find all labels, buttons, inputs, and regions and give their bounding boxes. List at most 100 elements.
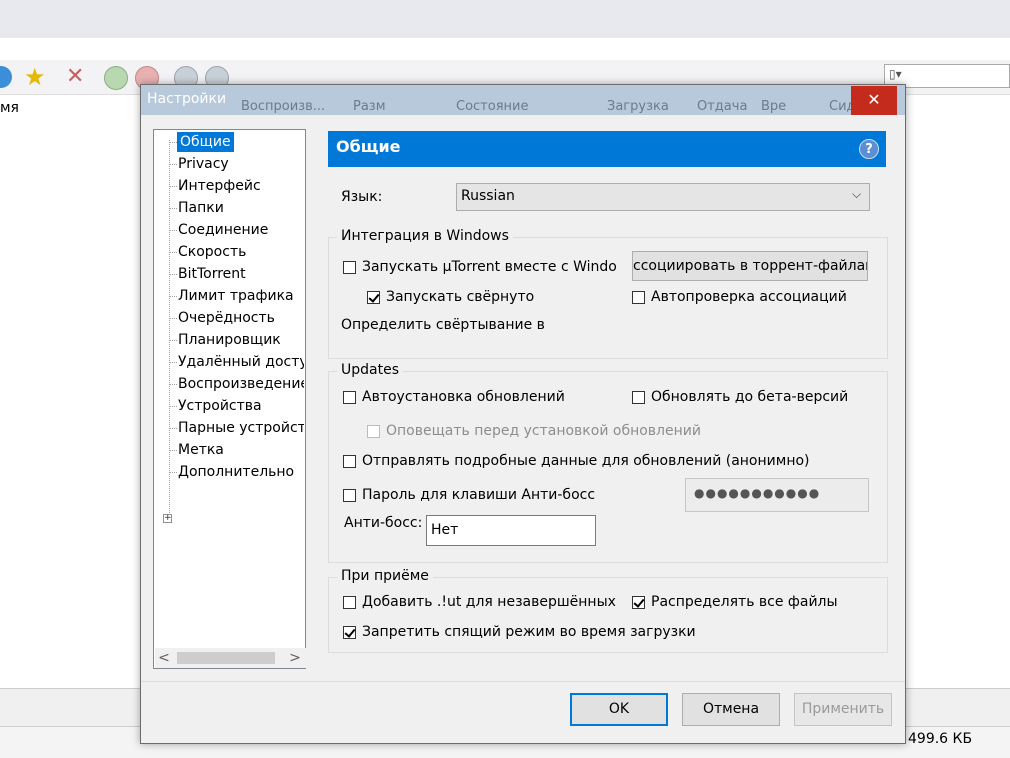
boss-password-checkbox[interactable] — [343, 489, 356, 502]
tree-connector — [170, 406, 177, 407]
tree-item[interactable]: Общие — [177, 132, 234, 152]
tree-horizontal-scrollbar[interactable]: < > — [155, 648, 306, 668]
settings-dialog: Воспроизв... Разм Состояние Загрузка Отд… — [140, 84, 906, 744]
notify-before-install-checkbox[interactable] — [367, 425, 380, 438]
dialog-titlebar[interactable]: Воспроизв... Разм Состояние Загрузка Отд… — [141, 85, 905, 115]
tree-connector — [170, 340, 177, 341]
tree-item[interactable]: BitTorrent — [178, 264, 304, 284]
ghost-header: Разм — [353, 99, 386, 114]
tree-item[interactable]: Очерёдность — [178, 308, 304, 328]
add-ut-extension-label: Добавить .!ut для незавершённых — [362, 594, 616, 610]
tree-item[interactable]: Метка — [178, 440, 304, 460]
tree-item[interactable]: Интерфейс — [178, 176, 304, 196]
tree-connector — [170, 252, 177, 253]
language-label: Язык: — [341, 189, 383, 205]
settings-tree[interactable]: Общие Privacy Интерфейс Папки Соединение Скор… — [153, 129, 306, 669]
ghost-header: Воспроизв... — [241, 99, 326, 114]
tree-connector — [170, 208, 177, 209]
auto-install-updates-label: Автоустановка обновлений — [362, 389, 565, 405]
scrollbar-thumb[interactable] — [177, 652, 275, 664]
ghost-column-headers: Воспроизв... Разм Состояние Загрузка Отд… — [231, 99, 871, 115]
auto-check-associations-label: Автопроверка ассоциаций — [651, 289, 847, 305]
tree-item[interactable]: Лимит трафика — [178, 286, 304, 306]
scroll-right-icon[interactable]: > — [286, 648, 304, 668]
tree-connector — [170, 472, 177, 473]
tree-connector — [170, 450, 177, 451]
tree-connector — [170, 142, 177, 143]
tree-connector — [170, 274, 177, 275]
star-icon[interactable]: ★ — [24, 64, 46, 90]
help-icon[interactable]: ? — [859, 139, 879, 159]
tree-item[interactable]: Дополнительно — [178, 462, 304, 482]
dialog-separator — [141, 681, 905, 682]
send-details-label: Отправлять подробные данные для обновлен… — [362, 453, 810, 469]
send-details-checkbox[interactable] — [343, 455, 356, 468]
tree-item[interactable]: Соединение — [178, 220, 304, 240]
tree-item[interactable]: Планировщик — [178, 330, 304, 350]
on-receive-group: При приёме — [328, 568, 888, 653]
notify-before-install-label: Оповещать перед установкой обновлений — [386, 423, 701, 439]
tree-connector — [170, 230, 177, 231]
boss-key-value: Нет — [431, 522, 459, 538]
main-window-titlebar — [0, 0, 1010, 38]
start-with-windows-checkbox[interactable] — [343, 261, 356, 274]
group-title: Updates — [337, 362, 403, 378]
detect-minimize-label: Определить свёртывание в — [341, 317, 545, 333]
panel-title: Общие — [336, 137, 401, 156]
beta-updates-label: Обновлять до бета-версий — [651, 389, 849, 405]
close-icon: ✕ — [867, 90, 881, 109]
prevent-sleep-label: Запретить спящий режим во время загрузки — [362, 624, 696, 640]
ghost-header: Вре — [761, 99, 787, 114]
associate-torrent-button[interactable]: ссоциировать в торрент-файлам — [632, 251, 868, 281]
tree-connector — [170, 164, 177, 165]
scroll-left-icon[interactable]: < — [155, 648, 173, 668]
ghost-header: Загрузка — [607, 99, 669, 114]
tree-connector — [170, 296, 177, 297]
dialog-title: Настройки — [147, 91, 227, 107]
start-with-windows-label: Запускать µTorrent вместе с Windo — [362, 259, 617, 275]
boss-password-label: Пароль для клавиши Анти-босс — [362, 487, 596, 503]
tree-item[interactable]: Скорость — [178, 242, 304, 262]
ghost-header: Отдача — [697, 99, 748, 114]
group-title: При приёме — [337, 568, 433, 584]
language-select[interactable]: Russian ⌵ — [456, 183, 870, 211]
boss-password-field[interactable]: ●●●●●●●●●●● — [685, 478, 869, 512]
panel-header: Общие ? — [328, 131, 886, 167]
tree-item[interactable]: Privacy — [178, 154, 304, 174]
tree-item[interactable]: Парные устройства — [178, 418, 304, 438]
group-title: Интеграция в Windows — [337, 228, 513, 244]
ok-button[interactable]: OK — [570, 693, 668, 726]
column-header-name[interactable]: мя — [0, 100, 19, 116]
boss-key-label: Анти-босс: — [344, 515, 423, 531]
cancel-button[interactable]: Отмена — [682, 693, 780, 726]
start-icon[interactable] — [104, 66, 128, 90]
tree-connector — [170, 362, 177, 363]
tree-item[interactable]: Воспроизведение — [178, 374, 304, 394]
start-minimized-checkbox[interactable] — [367, 291, 380, 304]
add-ut-extension-checkbox[interactable] — [343, 596, 356, 609]
auto-check-associations-checkbox[interactable] — [632, 291, 645, 304]
start-minimized-label: Запускать свёрнуто — [386, 289, 535, 305]
expand-icon[interactable]: + — [163, 514, 172, 523]
tree-item[interactable]: Устройства — [178, 396, 304, 416]
tree-connector — [170, 186, 177, 187]
boss-key-field[interactable]: Нет — [426, 515, 596, 546]
prevent-sleep-checkbox[interactable] — [343, 626, 356, 639]
tree-item[interactable]: Удалённый доступ — [178, 352, 304, 372]
chevron-down-icon: ⌵ — [852, 187, 862, 201]
ghost-header: Состояние — [456, 99, 529, 114]
close-button[interactable]: ✕ — [851, 86, 897, 115]
remove-icon[interactable]: ✕ — [66, 64, 84, 90]
tree-connector — [170, 384, 177, 385]
tree-connector — [169, 140, 171, 517]
page-dropdown-icon[interactable]: ▯▾ — [889, 67, 902, 81]
auto-install-updates-checkbox[interactable] — [343, 391, 356, 404]
preallocate-files-checkbox[interactable] — [632, 596, 645, 609]
tree-connector — [170, 428, 177, 429]
apply-button[interactable]: Применить — [794, 693, 892, 726]
preallocate-files-label: Распределять все файлы — [651, 594, 838, 610]
beta-updates-checkbox[interactable] — [632, 391, 645, 404]
tree-connector — [170, 318, 177, 319]
status-size: 499.6 КБ — [908, 731, 973, 747]
tree-item[interactable]: Папки — [178, 198, 304, 218]
